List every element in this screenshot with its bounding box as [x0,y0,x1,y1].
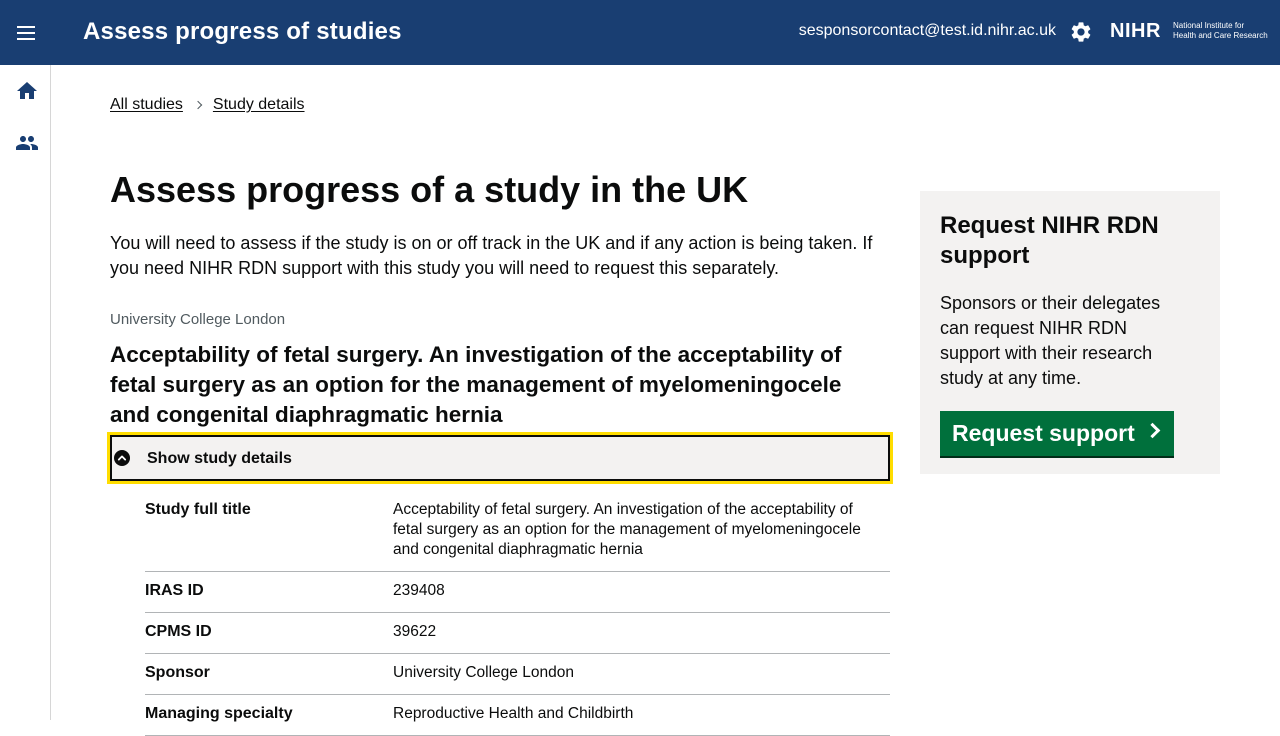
details-row: IRAS ID 239408 [145,572,890,613]
breadcrumb-study-details[interactable]: Study details [213,96,305,114]
logo-text-line1: National Institute for [1173,21,1245,30]
request-support-panel: Request NIHR RDN support Sponsors or the… [920,191,1220,474]
gear-icon[interactable] [1069,20,1093,44]
details-row: Sponsor University College London [145,654,890,695]
details-value: Reproductive Health and Childbirth [393,705,634,722]
side-nav [0,65,51,720]
logo-mark: NIHR [1110,20,1161,42]
details-key: IRAS ID [145,582,204,599]
intro-text: You will need to assess if the study is … [110,233,873,278]
study-title: Acceptability of fetal surgery. An inves… [110,342,842,427]
show-study-details-toggle[interactable]: Show study details [110,435,890,481]
details-key: Study full title [145,501,251,518]
app-header: Assess progress of studies sesponsorcont… [0,0,1280,65]
details-value: 239408 [393,582,445,599]
details-key: CPMS ID [145,623,212,640]
request-support-button[interactable]: Request support [940,411,1174,456]
panel-title: Request NIHR RDN support [940,212,1159,269]
breadcrumb-all-studies[interactable]: All studies [110,96,183,114]
panel-body: Sponsors or their delegates can request … [940,293,1161,388]
details-key: Managing specialty [145,705,293,722]
toggle-label: Show study details [147,450,292,467]
details-key: Sponsor [145,664,210,681]
details-row: Managing specialty Reproductive Health a… [145,695,890,736]
app-title: Assess progress of studies [83,18,402,45]
details-value: 39622 [393,623,437,640]
chevron-right-icon [193,100,203,110]
study-details-list: Study full title Acceptability of fetal … [145,491,890,736]
chevron-right-icon [1144,422,1161,439]
breadcrumb: All studies Study details [110,96,305,114]
details-row: Study full title Acceptability of fetal … [145,491,890,572]
home-icon[interactable] [15,79,39,103]
chevron-up-circle-icon [114,450,130,466]
menu-icon[interactable] [15,22,39,44]
user-email: sesponsorcontact@test.id.nihr.ac.uk [798,22,1056,39]
organisation-caption: University College London [110,311,286,328]
page-title: Assess progress of a study in the UK [110,169,749,210]
logo-text-line2: Health and Care Research [1173,31,1268,40]
nihr-logo: NIHR National Institute for Health and C… [1110,20,1270,42]
request-support-label: Request support [952,420,1135,446]
details-row: CPMS ID 39622 [145,613,890,654]
logo-text: National Institute for Health and Care R… [1173,21,1273,41]
details-value: University College London [393,664,574,681]
people-icon[interactable] [15,131,39,155]
details-value: Acceptability of fetal surgery. An inves… [393,501,861,558]
